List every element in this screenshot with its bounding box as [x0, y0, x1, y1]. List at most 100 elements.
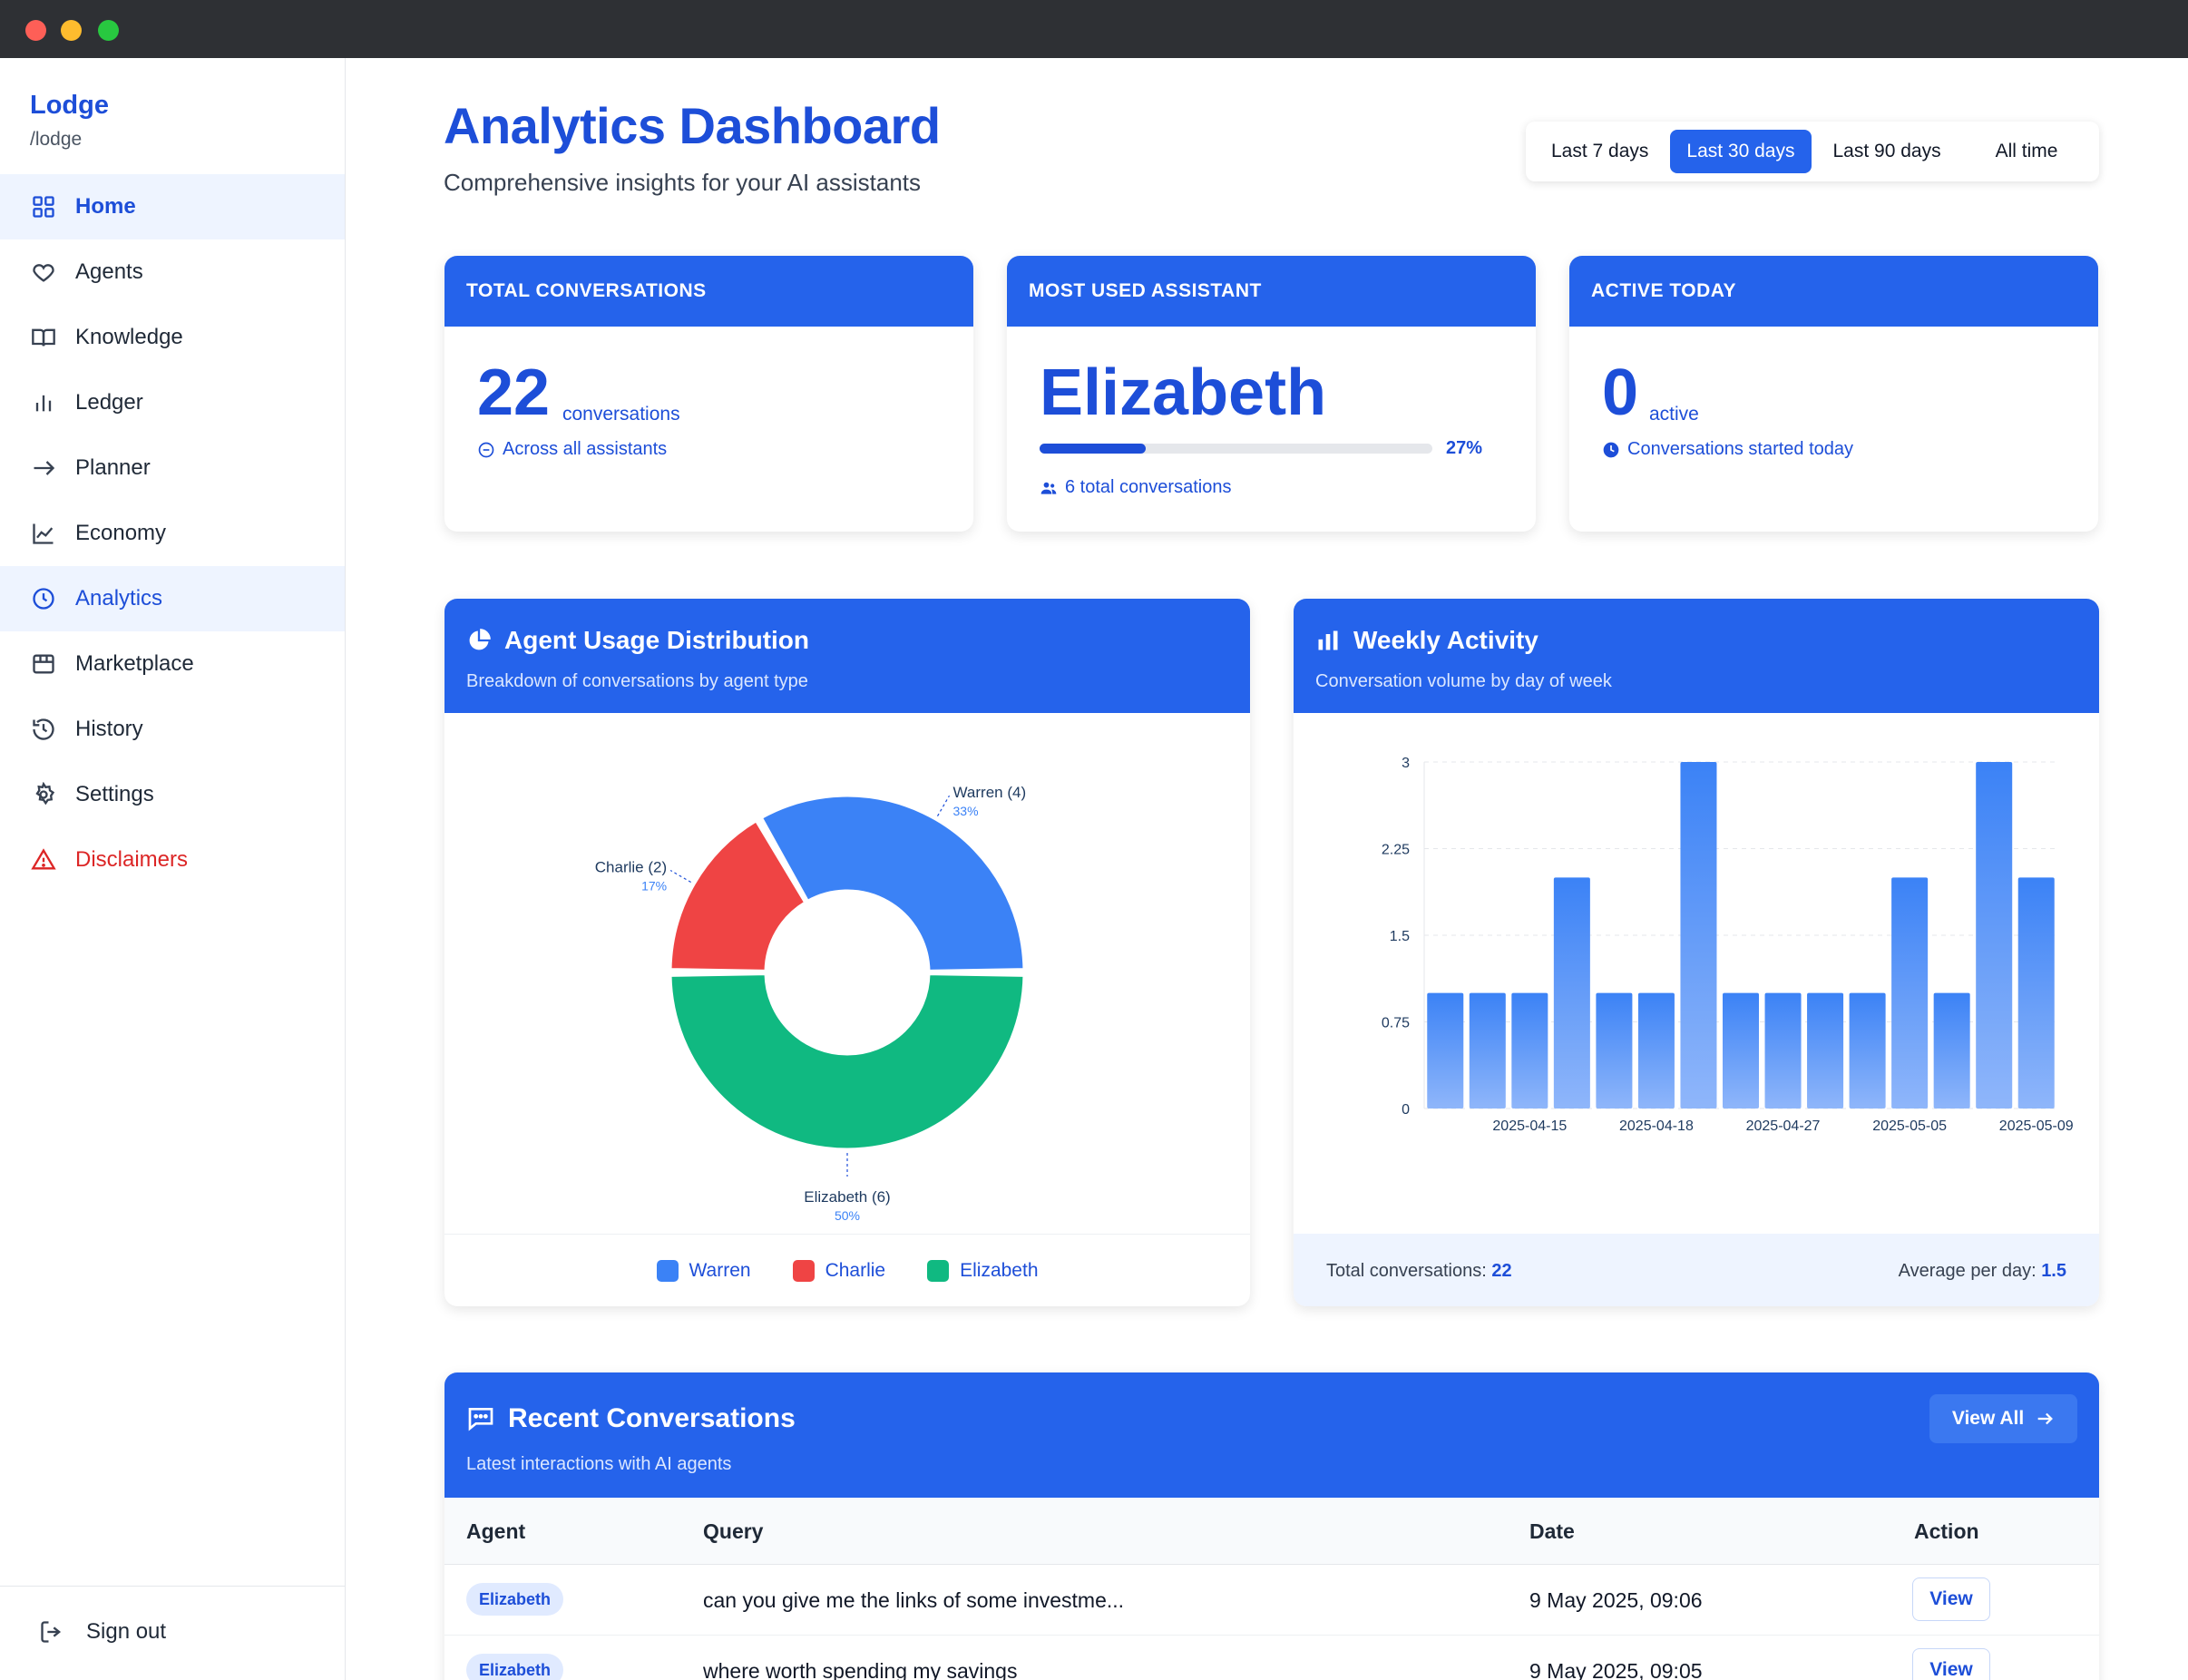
- most-used-assistant-name: Elizabeth: [1040, 357, 1327, 429]
- bar-2025-04-29: [1764, 992, 1802, 1109]
- close-window-button[interactable]: [25, 20, 46, 41]
- y-tick-label: 0.75: [1382, 1016, 1410, 1031]
- most-used-note: 6 total conversations: [1040, 477, 1231, 498]
- legend-item-warren[interactable]: Warren: [656, 1259, 751, 1282]
- panel-subtitle: Latest interactions with AI agents: [466, 1454, 732, 1474]
- panel-header: Agent Usage Distribution Breakdown of co…: [444, 599, 1250, 713]
- bar-2025-04-26: [1680, 762, 1717, 1109]
- view-all-button[interactable]: View All: [1929, 1394, 2077, 1443]
- sidebar-item-planner[interactable]: Planner: [0, 435, 345, 501]
- legend-swatch: [656, 1259, 679, 1282]
- pie-percent-label: 33%: [953, 804, 979, 818]
- sign-out-button[interactable]: Sign out: [39, 1619, 166, 1645]
- chart-legend: Warren Charlie Elizabeth: [444, 1234, 1250, 1306]
- bar-2025-05-07: [1933, 992, 1970, 1109]
- range-last-7-days[interactable]: Last 7 days: [1535, 130, 1665, 173]
- sidebar-item-disclaimers[interactable]: Disclaimers: [0, 827, 345, 893]
- warning-icon: [30, 846, 57, 874]
- pie-slice-warren: [759, 794, 1026, 972]
- bar-2025-05-03: [1849, 992, 1886, 1109]
- legend-label: Warren: [689, 1259, 751, 1281]
- pie-label: Elizabeth (6): [804, 1188, 890, 1206]
- column-header-agent[interactable]: Agent: [466, 1519, 525, 1544]
- sidebar-item-label: Economy: [75, 521, 167, 545]
- x-tick-label: 2025-05-05: [1872, 1118, 1947, 1134]
- maximize-window-button[interactable]: [98, 20, 119, 41]
- agent-usage-panel: Agent Usage Distribution Breakdown of co…: [444, 599, 1250, 1306]
- table-row[interactable]: Elizabeth can you give me the links of s…: [444, 1565, 2099, 1636]
- bar-2025-05-05: [1891, 877, 1929, 1109]
- agent-badge: Elizabeth: [466, 1583, 564, 1616]
- sidebar: Lodge /lodge Home Agents Knowledge Ledge…: [0, 58, 346, 1680]
- total-conversations-value: 22: [477, 357, 551, 429]
- pie-percent-label: 17%: [641, 879, 667, 894]
- note-text: 6 total conversations: [1065, 477, 1232, 497]
- legend-label: Charlie: [825, 1259, 886, 1281]
- range-last-90-days[interactable]: Last 90 days: [1817, 130, 1958, 173]
- active-today-unit: active: [1649, 404, 1699, 425]
- sidebar-item-agents[interactable]: Agents: [0, 239, 345, 305]
- sidebar-item-label: Ledger: [75, 390, 143, 415]
- view-conversation-button[interactable]: View: [1912, 1648, 1990, 1680]
- panel-header: Weekly Activity Conversation volume by d…: [1294, 599, 2099, 713]
- sidebar-item-economy[interactable]: Economy: [0, 501, 345, 566]
- average-summary-value: 1.5: [2041, 1261, 2066, 1281]
- range-all-time[interactable]: All time: [1979, 130, 2075, 173]
- page-subtitle: Comprehensive insights for your AI assis…: [444, 169, 922, 196]
- average-summary-label: Average per day:: [1898, 1261, 2037, 1281]
- legend-item-charlie[interactable]: Charlie: [792, 1259, 886, 1282]
- bar-2025-05-09: [2017, 877, 2055, 1109]
- panel-subtitle: Breakdown of conversations by agent type: [466, 671, 808, 691]
- legend-swatch: [927, 1259, 950, 1282]
- total-summary: Total conversations: 22: [1326, 1261, 1512, 1282]
- bar-2025-04-24: [1637, 992, 1675, 1109]
- sidebar-item-label: Agents: [75, 259, 143, 284]
- sidebar-item-home[interactable]: Home: [0, 174, 345, 239]
- bar-chart-icon: [30, 389, 57, 416]
- sidebar-item-label: Analytics: [75, 586, 163, 610]
- book-icon: [30, 324, 57, 351]
- table-row[interactable]: Elizabeth where worth spending my saving…: [444, 1636, 2099, 1680]
- sidebar-item-history[interactable]: History: [0, 697, 345, 762]
- column-header-action[interactable]: Action: [1914, 1519, 1979, 1544]
- sidebar-item-settings[interactable]: Settings: [0, 762, 345, 827]
- sidebar-item-analytics[interactable]: Analytics: [0, 566, 345, 631]
- panel-title-text: Agent Usage Distribution: [504, 626, 810, 654]
- chat-icon: [468, 1408, 493, 1431]
- card-title: MOST USED ASSISTANT: [1007, 256, 1536, 327]
- brand-path: /lodge: [30, 129, 83, 150]
- x-tick-label: 2025-04-18: [1619, 1118, 1694, 1134]
- clock-icon: [30, 585, 57, 612]
- grid-icon: [30, 193, 57, 220]
- sidebar-item-knowledge[interactable]: Knowledge: [0, 305, 345, 370]
- bar-chart-icon: [1318, 630, 1338, 650]
- agent-badge: Elizabeth: [466, 1654, 564, 1680]
- sidebar-item-marketplace[interactable]: Marketplace: [0, 631, 345, 697]
- bar-2025-04-16: [1511, 992, 1548, 1109]
- most-used-assistant-card: MOST USED ASSISTANT Elizabeth 27% 6 tota…: [1007, 256, 1536, 532]
- bar-2025-04-15: [1469, 992, 1506, 1109]
- y-tick-label: 3: [1402, 756, 1410, 771]
- range-last-30-days[interactable]: Last 30 days: [1670, 130, 1812, 173]
- sidebar-item-label: Settings: [75, 782, 154, 806]
- info-circle-icon: [478, 442, 494, 457]
- average-summary: Average per day: 1.5: [1899, 1261, 2066, 1282]
- bar-2025-04-18: [1596, 992, 1633, 1109]
- view-conversation-button[interactable]: View: [1912, 1577, 1990, 1621]
- pie-label: Charlie (2): [595, 859, 667, 876]
- pie-leader-line: [936, 795, 951, 816]
- legend-item-elizabeth[interactable]: Elizabeth: [927, 1259, 1039, 1282]
- weekly-activity-panel: Weekly Activity Conversation volume by d…: [1294, 599, 2099, 1306]
- query-text: can you give me the links of some invest…: [703, 1588, 1125, 1612]
- weekly-summary: Total conversations: 22 Average per day:…: [1294, 1234, 2099, 1306]
- view-all-label: View All: [1951, 1408, 2025, 1429]
- minimize-window-button[interactable]: [61, 20, 82, 41]
- bar-2025-04-17: [1553, 877, 1590, 1109]
- window-titlebar: [0, 0, 2188, 58]
- column-header-query[interactable]: Query: [703, 1519, 763, 1544]
- column-header-date[interactable]: Date: [1529, 1519, 1575, 1544]
- sidebar-item-ledger[interactable]: Ledger: [0, 370, 345, 435]
- brand-title[interactable]: Lodge: [30, 91, 109, 121]
- arrow-right-icon: [2037, 1412, 2054, 1425]
- sidebar-item-label: History: [75, 717, 143, 741]
